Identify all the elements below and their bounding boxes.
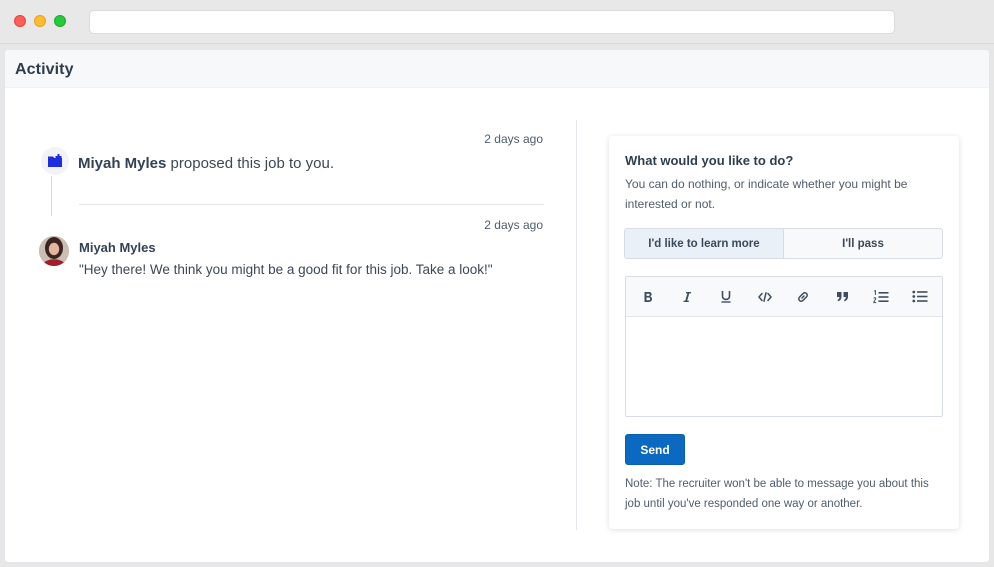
- folder-add-icon: [41, 147, 69, 175]
- recruiter-note: Note: The recruiter won't be able to mes…: [625, 478, 929, 510]
- activity-window: Activity 2 days ago Miyah Myles proposed…: [4, 49, 990, 563]
- message-author[interactable]: Miyah Myles: [79, 240, 156, 255]
- close-window-button[interactable]: [14, 15, 26, 27]
- italic-icon[interactable]: [668, 277, 707, 317]
- link-icon[interactable]: [784, 277, 823, 317]
- address-bar[interactable]: [89, 10, 895, 34]
- editor-toolbar: [626, 277, 942, 317]
- panel-divider: [576, 120, 577, 530]
- avatar[interactable]: [39, 236, 69, 266]
- learn-more-button[interactable]: I'd like to learn more: [624, 228, 784, 259]
- actor-name[interactable]: Miyah Myles: [78, 155, 166, 172]
- quote-icon[interactable]: [823, 277, 862, 317]
- activity-proposal: Miyah Myles proposed this job to you.: [78, 155, 334, 172]
- message-timestamp: 2 days ago: [484, 218, 543, 232]
- page-title: Activity: [15, 61, 74, 78]
- pass-button[interactable]: I'll pass: [783, 228, 943, 259]
- maximize-window-button[interactable]: [54, 15, 66, 27]
- underline-icon[interactable]: [707, 277, 746, 317]
- browser-chrome: [0, 0, 994, 44]
- card-title: What would you like to do?: [625, 153, 794, 168]
- window-header: Activity: [5, 50, 989, 88]
- bold-icon[interactable]: [629, 277, 668, 317]
- response-card: What would you like to do? You can do no…: [609, 136, 959, 529]
- activity-action: proposed this job to you.: [170, 155, 334, 172]
- bullet-list-icon[interactable]: [900, 277, 939, 317]
- code-icon[interactable]: [745, 277, 784, 317]
- send-button[interactable]: Send: [625, 434, 685, 465]
- minimize-window-button[interactable]: [34, 15, 46, 27]
- message-editor: [625, 276, 943, 417]
- timeline-connector: [51, 176, 52, 216]
- activity-timestamp: 2 days ago: [484, 132, 543, 146]
- card-subtitle: You can do nothing, or indicate whether …: [625, 177, 908, 211]
- message-text: "Hey there! We think you might be a good…: [79, 262, 493, 277]
- message-textarea[interactable]: [626, 317, 942, 416]
- ordered-list-icon[interactable]: [862, 277, 901, 317]
- feed-divider: [79, 204, 544, 205]
